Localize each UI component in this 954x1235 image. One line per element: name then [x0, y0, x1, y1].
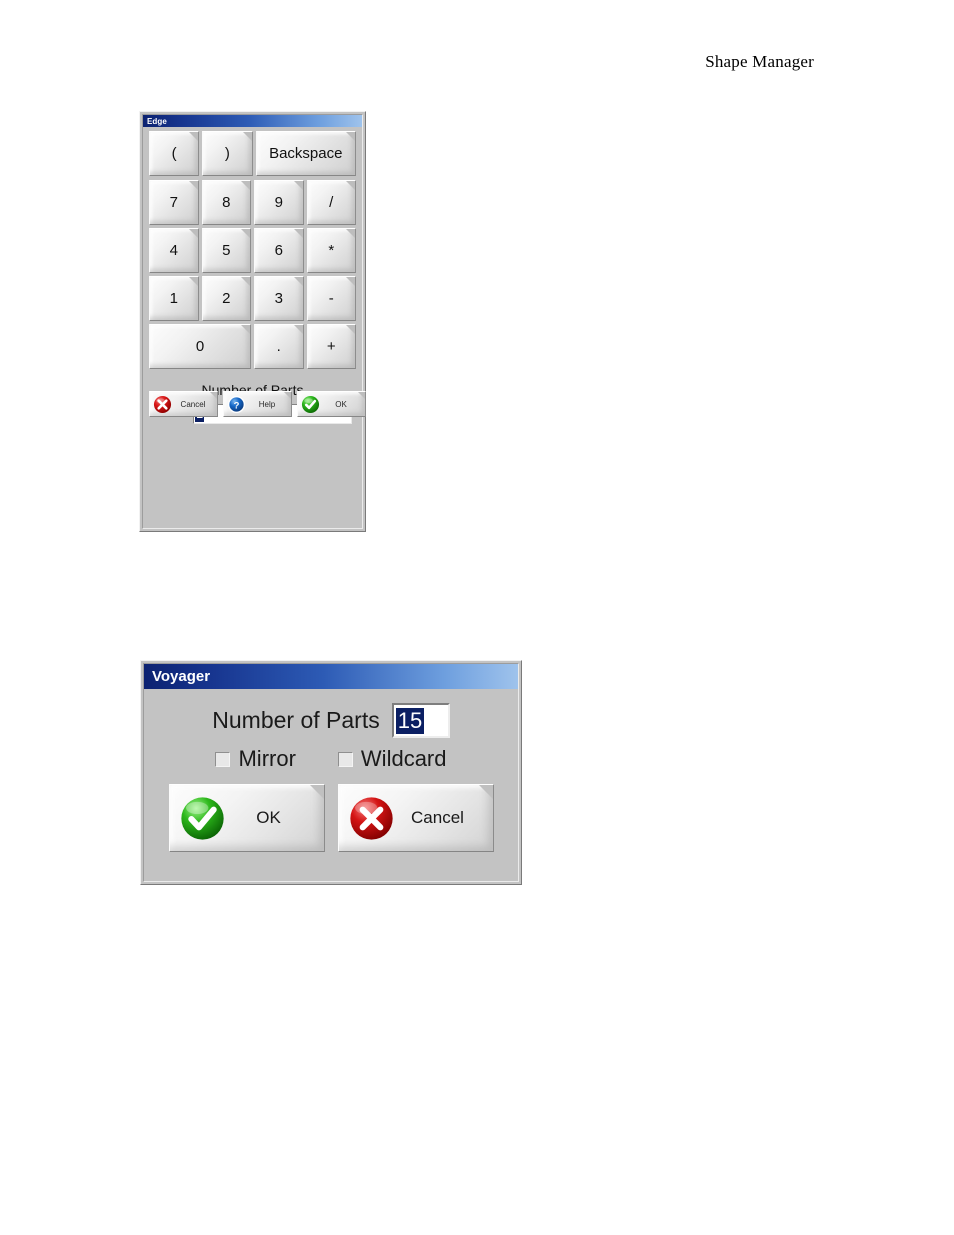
voyager-dialog: Voyager Number of Parts 15 Mirror Wildca… — [140, 660, 522, 885]
voyager-mirror-checkbox[interactable]: Mirror — [215, 746, 296, 772]
key-decimal-point[interactable]: . — [254, 324, 304, 369]
voyager-button-row: OK Cancel — [160, 784, 502, 852]
checkbox-unchecked-icon[interactable] — [337, 751, 353, 767]
voyager-cancel-button-label: Cancel — [411, 808, 464, 827]
key-7[interactable]: 7 — [149, 180, 199, 225]
page-title: Shape Manager — [705, 52, 814, 71]
edge-dialog: Edge ( ) Backspace 7 8 9 / 4 5 6 * 1 2 3… — [139, 111, 366, 532]
edge-button-bar: Cancel ? Help OK — [149, 391, 366, 417]
edge-help-button[interactable]: ? Help — [223, 391, 292, 417]
key-1[interactable]: 1 — [149, 276, 199, 321]
voyager-number-of-parts-input[interactable]: 15 — [391, 703, 450, 738]
keypad-row-top: ( ) Backspace — [149, 131, 356, 176]
voyager-titlebar: Voyager — [144, 664, 518, 689]
keypad-grid: 7 8 9 / 4 5 6 * 1 2 3 - 0 . + — [149, 180, 356, 369]
key-backspace[interactable]: Backspace — [255, 131, 356, 176]
edge-dialog-inner: Edge ( ) Backspace 7 8 9 / 4 5 6 * 1 2 3… — [142, 114, 366, 529]
key-8[interactable]: 8 — [201, 180, 251, 225]
key-9[interactable]: 9 — [254, 180, 304, 225]
voyager-wildcard-checkbox[interactable]: Wildcard — [337, 746, 447, 772]
voyager-number-of-parts-row: Number of Parts 15 — [160, 703, 502, 738]
key-divide[interactable]: / — [306, 180, 356, 225]
key-3[interactable]: 3 — [254, 276, 304, 321]
key-open-paren[interactable]: ( — [149, 131, 200, 176]
edge-ok-button-label: OK — [335, 399, 347, 409]
voyager-title-text: Voyager — [152, 668, 211, 685]
blue-question-circle-icon: ? — [227, 395, 246, 414]
red-x-circle-icon — [153, 395, 172, 414]
voyager-wildcard-label: Wildcard — [360, 746, 447, 771]
key-6[interactable]: 6 — [254, 228, 304, 273]
edge-cancel-button-label: Cancel — [180, 399, 206, 409]
edge-ok-button[interactable]: OK — [297, 391, 366, 417]
voyager-number-of-parts-label: Number of Parts — [212, 707, 380, 733]
voyager-ok-button[interactable]: OK — [168, 784, 325, 852]
edge-help-button-label: Help — [258, 399, 276, 409]
checkbox-unchecked-icon[interactable] — [215, 751, 231, 767]
edge-dialog-body: ( ) Backspace 7 8 9 / 4 5 6 * 1 2 3 - 0 … — [143, 127, 366, 424]
key-0[interactable]: 0 — [149, 324, 251, 369]
key-2[interactable]: 2 — [201, 276, 251, 321]
voyager-number-of-parts-value: 15 — [395, 707, 425, 734]
key-multiply[interactable]: * — [306, 228, 356, 273]
voyager-checkbox-row: Mirror Wildcard — [160, 746, 502, 772]
edge-title-text: Edge — [147, 116, 167, 126]
svg-text:?: ? — [234, 400, 240, 411]
key-4[interactable]: 4 — [149, 228, 199, 273]
green-check-circle-icon — [301, 395, 320, 414]
voyager-dialog-inner: Voyager Number of Parts 15 Mirror Wildca… — [143, 663, 519, 882]
key-5[interactable]: 5 — [201, 228, 251, 273]
key-minus[interactable]: - — [306, 276, 356, 321]
voyager-dialog-body: Number of Parts 15 Mirror Wildcard OK Ca… — [144, 689, 518, 852]
red-x-circle-icon — [348, 795, 395, 842]
voyager-cancel-button[interactable]: Cancel — [337, 784, 494, 852]
key-close-paren[interactable]: ) — [202, 131, 253, 176]
green-check-circle-icon — [179, 795, 226, 842]
edge-titlebar: Edge — [143, 115, 362, 127]
voyager-ok-button-label: OK — [256, 808, 281, 827]
edge-cancel-button[interactable]: Cancel — [149, 391, 218, 417]
voyager-mirror-label: Mirror — [238, 746, 296, 771]
key-plus[interactable]: + — [306, 324, 356, 369]
